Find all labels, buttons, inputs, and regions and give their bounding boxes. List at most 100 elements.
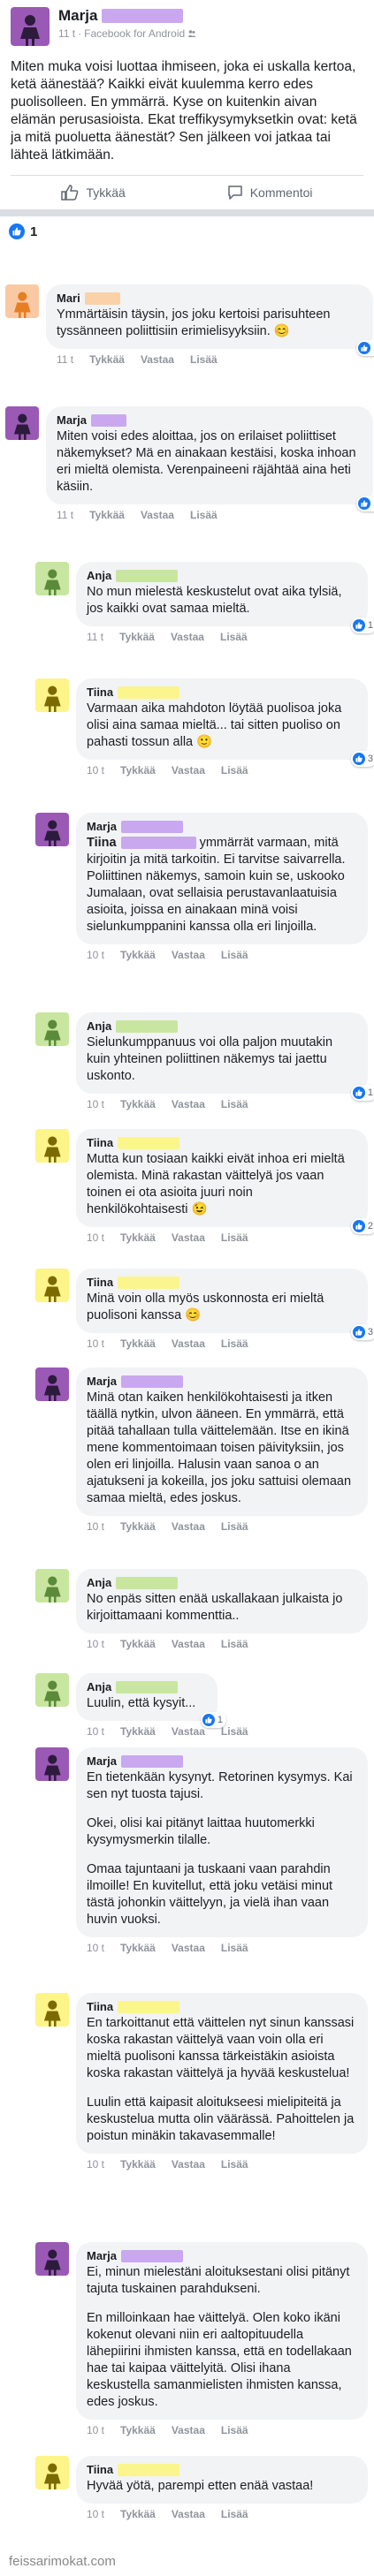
comment-like-button[interactable]: Tykkää bbox=[120, 1231, 156, 1244]
commenter-name[interactable]: Marja bbox=[87, 1754, 357, 1768]
comment-more-button[interactable]: Lisää bbox=[221, 764, 248, 777]
commenter-avatar[interactable] bbox=[35, 1012, 69, 1046]
commenter-name[interactable]: Marja bbox=[87, 1375, 357, 1388]
comment-time[interactable]: 10 t bbox=[87, 2158, 104, 2171]
commenter-name[interactable]: Marja bbox=[87, 2249, 357, 2262]
comment-like-button[interactable]: Tykkää bbox=[120, 1725, 156, 1738]
comment-like-button[interactable]: Tykkää bbox=[120, 2508, 156, 2520]
comment-time[interactable]: 10 t bbox=[87, 2424, 104, 2436]
comment-more-button[interactable]: Lisää bbox=[221, 1231, 248, 1244]
post-author-name[interactable]: Marja bbox=[58, 7, 196, 25]
commenter-avatar[interactable] bbox=[35, 1368, 69, 1401]
comment-more-button[interactable]: Lisää bbox=[221, 1725, 248, 1738]
commenter-name[interactable]: Anja bbox=[87, 569, 357, 582]
comment-more-button[interactable]: Lisää bbox=[190, 509, 218, 521]
commenter-name[interactable]: Tiina bbox=[87, 1136, 357, 1149]
comment-like-count[interactable]: 1 bbox=[200, 1712, 226, 1728]
commenter-avatar[interactable] bbox=[35, 1129, 69, 1163]
comment-like-button[interactable]: Tykkää bbox=[120, 949, 156, 961]
commenter-name-text[interactable]: Tiina bbox=[87, 2000, 113, 2013]
commenter-name-text[interactable]: Marja bbox=[87, 1754, 117, 1768]
comment-reply-button[interactable]: Vastaa bbox=[172, 1231, 205, 1244]
comment-reply-button[interactable]: Vastaa bbox=[172, 1520, 205, 1533]
comment-like-button[interactable]: Tykkää bbox=[120, 2424, 156, 2436]
comment-reply-button[interactable]: Vastaa bbox=[141, 509, 174, 521]
comment-time[interactable]: 10 t bbox=[87, 764, 104, 777]
comment-like-count[interactable]: 1 bbox=[350, 617, 374, 633]
comment-like-button[interactable]: Tykkää bbox=[120, 1098, 156, 1110]
comment-time[interactable]: 10 t bbox=[87, 1638, 104, 1650]
commenter-name[interactable]: Tiina bbox=[87, 2463, 357, 2476]
commenter-avatar[interactable] bbox=[35, 562, 69, 595]
comment-like-button[interactable]: Tykkää bbox=[120, 1942, 156, 1954]
comment-time[interactable]: 10 t bbox=[87, 1098, 104, 1110]
comment-time[interactable]: 10 t bbox=[87, 949, 104, 961]
comment-reply-button[interactable]: Vastaa bbox=[172, 1638, 205, 1650]
comment-reply-button[interactable]: Vastaa bbox=[172, 2424, 205, 2436]
commenter-name-text[interactable]: Marja bbox=[87, 820, 117, 833]
comment-like-button[interactable]: Tykkää bbox=[119, 631, 155, 643]
comment-reply-button[interactable]: Vastaa bbox=[172, 2158, 205, 2171]
comment-like-count[interactable]: 3 bbox=[350, 751, 374, 767]
comment-like-count[interactable]: 1 bbox=[355, 496, 374, 511]
commenter-name[interactable]: Anja bbox=[87, 1019, 357, 1033]
commenter-avatar[interactable] bbox=[35, 678, 69, 712]
comment-more-button[interactable]: Lisää bbox=[221, 1337, 248, 1350]
comment-time[interactable]: 10 t bbox=[87, 1231, 104, 1244]
comment-more-button[interactable]: Lisää bbox=[221, 2158, 248, 2171]
comment-more-button[interactable]: Lisää bbox=[221, 1098, 248, 1110]
commenter-name-text[interactable]: Tiina bbox=[87, 2463, 113, 2476]
comment-time[interactable]: 11 t bbox=[57, 509, 73, 521]
comment-reply-button[interactable]: Vastaa bbox=[172, 949, 205, 961]
commenter-name-text[interactable]: Tiina bbox=[87, 686, 113, 699]
comment-like-count[interactable]: 1 bbox=[355, 340, 374, 356]
comment-like-button[interactable]: Tykkää bbox=[120, 1520, 156, 1533]
commenter-name[interactable]: Tiina bbox=[87, 1276, 357, 1289]
comment-more-button[interactable]: Lisää bbox=[221, 2424, 248, 2436]
like-button[interactable]: Tykkää bbox=[61, 185, 126, 201]
comment-more-button[interactable]: Lisää bbox=[221, 1520, 248, 1533]
comment-like-count[interactable]: 2 bbox=[350, 1218, 374, 1234]
commenter-name-text[interactable]: Marja bbox=[57, 413, 87, 427]
comment-reply-button[interactable]: Vastaa bbox=[172, 764, 205, 777]
commenter-name-text[interactable]: Anja bbox=[87, 1576, 111, 1589]
comment-reply-button[interactable]: Vastaa bbox=[172, 1098, 205, 1110]
comment-time[interactable]: 11 t bbox=[57, 353, 73, 366]
commenter-avatar[interactable] bbox=[35, 2456, 69, 2489]
commenter-name[interactable]: Tiina bbox=[87, 686, 357, 699]
comment-like-button[interactable]: Tykkää bbox=[120, 764, 156, 777]
commenter-name-text[interactable]: Anja bbox=[87, 569, 111, 582]
comment-reply-button[interactable]: Vastaa bbox=[172, 1942, 205, 1954]
commenter-avatar[interactable] bbox=[35, 813, 69, 846]
commenter-avatar[interactable] bbox=[5, 406, 39, 440]
comment-button[interactable]: Kommentoi bbox=[227, 185, 313, 201]
comment-like-button[interactable]: Tykkää bbox=[89, 353, 125, 366]
commenter-avatar[interactable] bbox=[35, 1993, 69, 2027]
comment-reply-button[interactable]: Vastaa bbox=[172, 1725, 205, 1738]
comment-more-button[interactable]: Lisää bbox=[190, 353, 218, 366]
comment-like-button[interactable]: Tykkää bbox=[120, 2158, 156, 2171]
comment-like-count[interactable]: 3 bbox=[350, 1324, 374, 1340]
commenter-name-text[interactable]: Marja bbox=[87, 2249, 117, 2262]
comment-more-button[interactable]: Lisää bbox=[221, 1638, 248, 1650]
comment-time[interactable]: 10 t bbox=[87, 1520, 104, 1533]
comment-reply-button[interactable]: Vastaa bbox=[172, 2508, 205, 2520]
commenter-name-text[interactable]: Anja bbox=[87, 1680, 111, 1693]
commenter-name-text[interactable]: Tiina bbox=[87, 1136, 113, 1149]
mention-link[interactable]: Tiina bbox=[87, 836, 117, 850]
comment-time[interactable]: 10 t bbox=[87, 2508, 104, 2520]
comment-reply-button[interactable]: Vastaa bbox=[172, 1337, 205, 1350]
commenter-name-text[interactable]: Mari bbox=[57, 292, 80, 305]
commenter-name[interactable]: Mari bbox=[57, 292, 363, 305]
commenter-name-text[interactable]: Tiina bbox=[87, 1276, 113, 1289]
comment-like-button[interactable]: Tykkää bbox=[120, 1337, 156, 1350]
commenter-name-text[interactable]: Anja bbox=[87, 1019, 111, 1033]
commenter-avatar[interactable] bbox=[5, 284, 39, 318]
comment-time[interactable]: 11 t bbox=[87, 631, 103, 643]
commenter-name-text[interactable]: Marja bbox=[87, 1375, 117, 1388]
commenter-name[interactable]: Anja bbox=[87, 1680, 207, 1693]
commenter-name[interactable]: Marja bbox=[57, 413, 363, 427]
commenter-name[interactable]: Anja bbox=[87, 1576, 357, 1589]
commenter-avatar[interactable] bbox=[35, 1673, 69, 1707]
comment-like-button[interactable]: Tykkää bbox=[89, 509, 125, 521]
